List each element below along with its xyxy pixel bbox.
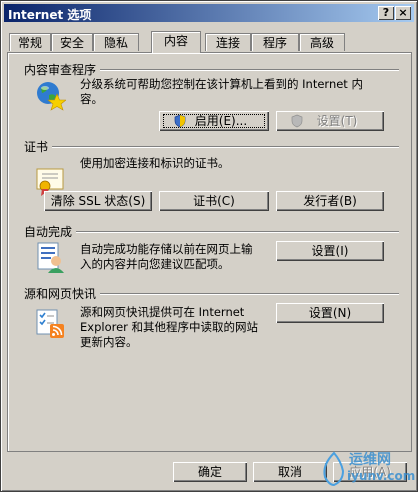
globe-star-icon [37,82,66,111]
autocomplete-description: 自动完成功能存储以前在网页上输 入的内容并向您建议匹配项。 [80,242,253,272]
feeds-icon [36,309,64,338]
autocomplete-group-line [24,231,399,232]
autocomplete-title: 自动完成 [24,223,77,240]
certificates-button[interactable]: 证书(C) [159,191,269,211]
feeds-title: 源和网页快讯 [24,285,101,302]
tab-connections[interactable]: 连接 [205,33,251,51]
autocomplete-settings-button[interactable]: 设置(I) [276,241,384,261]
tab-strip: 常规 安全 隐私 内容 连接 程序 高级 [7,31,411,53]
tab-programs[interactable]: 程序 [251,33,299,51]
internet-options-dialog: Internet 选项 ? × 常规 安全 隐私 内容 连接 程序 高级 内容审… [0,0,418,492]
close-button[interactable]: × [395,6,411,20]
autocomplete-description-line1: 自动完成功能存储以前在网页上输 [80,242,253,256]
window-title: Internet 选项 [8,8,92,22]
title-bar[interactable]: Internet 选项 ? × [4,4,414,22]
enable-content-advisor-button[interactable]: 启用(E)... [159,111,269,131]
feeds-description: 源和网页快讯提供可在 Internet Explorer 和其他程序中读取的网站… [80,305,258,350]
tab-privacy[interactable]: 隐私 [93,33,139,51]
feeds-description-line2: Explorer 和其他程序中读取的网站 [80,320,259,334]
cancel-button[interactable]: 取消 [253,462,327,482]
apply-button[interactable]: 应用(A) [333,462,407,482]
feeds-description-line3: 更新内容。 [80,335,138,349]
shield-icon [174,114,186,128]
certificates-group-line [24,146,399,147]
publishers-button[interactable]: 发行者(B) [276,191,384,211]
content-advisor-description-line1: 分级系统可帮助您控制在该计算机上看到的 Internet 内 [80,77,363,91]
feeds-settings-button[interactable]: 设置(N) [276,303,384,323]
enable-content-advisor-label: 启用(E)... [194,114,248,128]
content-advisor-description-line2: 容。 [80,92,103,106]
certificates-title: 证书 [24,138,53,155]
content-advisor-title: 内容审查程序 [24,61,101,78]
content-tab-panel: 内容审查程序 分级系统可帮助您控制在该计算机上看到的 Internet 内 容。… [7,52,412,452]
certificates-description: 使用加密连接和标识的证书。 [80,156,230,170]
tab-content[interactable]: 内容 [151,31,201,53]
clear-ssl-state-button[interactable]: 清除 SSL 状态(S) [44,191,152,211]
autocomplete-form-icon [37,242,64,273]
autocomplete-description-line2: 入的内容并向您建议匹配项。 [80,257,230,271]
tab-advanced[interactable]: 高级 [299,33,345,51]
feeds-description-line1: 源和网页快讯提供可在 Internet [80,305,245,319]
content-advisor-settings-button[interactable]: 设置(T) [276,111,384,131]
shield-icon [291,114,303,128]
content-advisor-settings-label: 设置(T) [316,114,358,128]
help-button[interactable]: ? [378,6,394,20]
tab-general[interactable]: 常规 [9,33,51,51]
content-advisor-description: 分级系统可帮助您控制在该计算机上看到的 Internet 内 容。 [80,77,363,107]
ok-button[interactable]: 确定 [173,462,247,482]
tab-security[interactable]: 安全 [51,33,93,51]
